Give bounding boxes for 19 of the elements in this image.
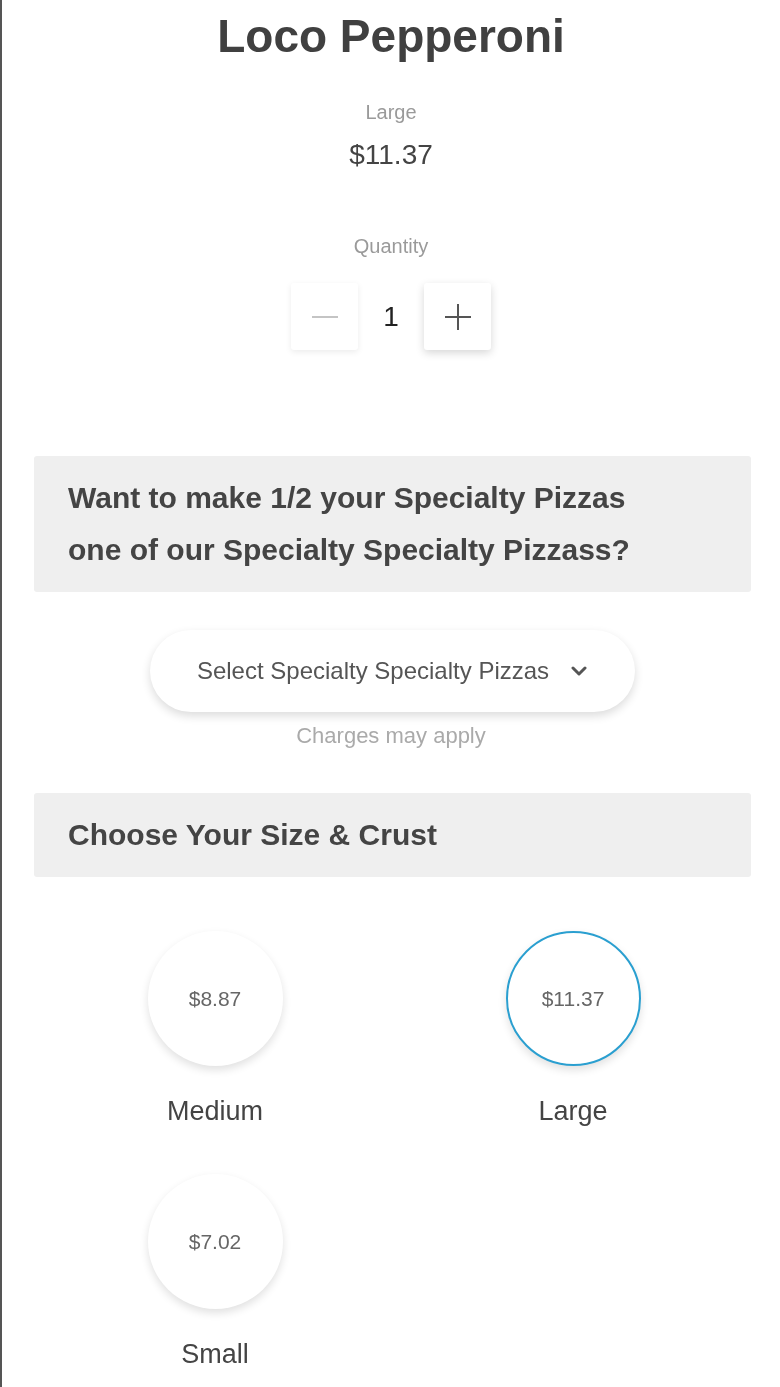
increase-button[interactable]	[424, 283, 491, 350]
size-label: Large	[538, 1095, 608, 1127]
size-option-button[interactable]: $8.87	[147, 931, 283, 1066]
section-heading: Want to make 1/2 your Specialty Pizzas one of our Specialty Specialty Pizzass?	[68, 480, 631, 568]
size-label: Medium	[167, 1095, 263, 1127]
quantity-value: 1	[382, 300, 400, 333]
quantity-label: Quantity	[353, 234, 429, 259]
size-label: Small	[181, 1338, 249, 1370]
plus-icon	[444, 303, 471, 330]
chevron-down-icon	[571, 665, 588, 677]
selected-size-text: Large	[365, 100, 417, 125]
price-text: $11.37	[349, 138, 433, 172]
size-option-button[interactable]: $7.02	[147, 1174, 283, 1309]
minus-icon	[311, 315, 338, 318]
charges-note: Charges may apply	[296, 722, 486, 750]
section-heading: Choose Your Size & Crust	[68, 817, 438, 853]
product-title: Loco Pepperoni	[217, 9, 565, 64]
specialty-pizza-dropdown[interactable]: Select Specialty Specialty Pizzas	[149, 630, 635, 712]
size-option-button[interactable]: $11.37	[505, 931, 641, 1066]
